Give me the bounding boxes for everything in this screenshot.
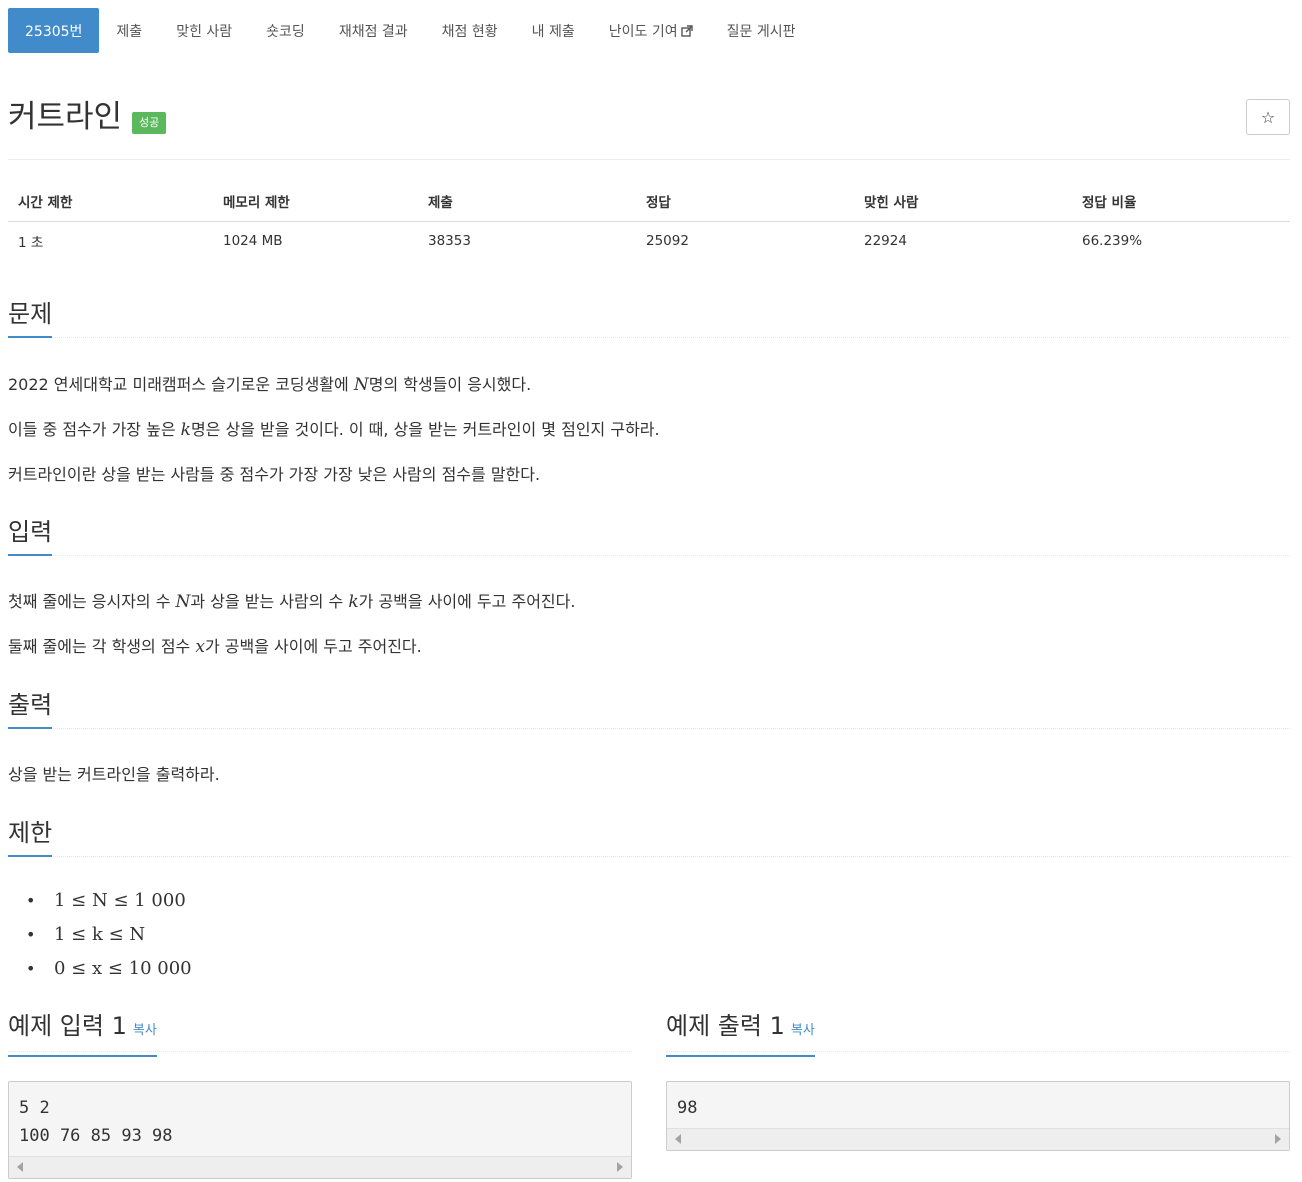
problem-text: 명의 학생들이 응시했다.	[368, 375, 532, 394]
output-paragraph: 상을 받는 커트라인을 출력하라.	[8, 765, 220, 784]
sample-output-panel: 예제 출력 1 복사 98	[666, 1010, 1290, 1151]
limit-heading: 제한	[8, 817, 53, 857]
tab-rejudge-results[interactable]: 재채점 결과	[322, 8, 425, 53]
input-text: 과 상을 받는 사람의 수	[190, 592, 349, 611]
output-section-header: 출력	[8, 689, 1290, 729]
tab-problem[interactable]: 25305번	[8, 8, 100, 53]
info-header-solved-users: 맞힌 사람	[854, 181, 1072, 222]
copy-output-button[interactable]: 복사	[791, 1023, 815, 1038]
info-header-accepted: 정답	[636, 181, 854, 222]
input-text: 둘째 줄에는 각 학생의 점수	[8, 637, 196, 656]
info-accepted: 25092	[646, 233, 689, 250]
problem-text: 이들 중 점수가 가장 높은	[8, 420, 181, 439]
sample-output-title: 예제 출력 1	[666, 1012, 785, 1040]
sample-output-box: 98	[666, 1081, 1290, 1151]
problem-title-row: 커트라인 성공 ☆	[8, 98, 1290, 160]
info-header-ratio: 정답 비율	[1072, 181, 1290, 222]
tab-difficulty-label: 난이도 기여	[608, 23, 678, 40]
horizontal-scrollbar[interactable]	[667, 1128, 1289, 1150]
problem-paragraph-2: 이들 중 점수가 가장 높은 k명은 상을 받을 것이다. 이 때, 상을 받는…	[8, 416, 660, 440]
limit-item: 1 ≤ N ≤ 1 000	[8, 886, 192, 920]
problem-section-header: 문제	[8, 298, 1290, 338]
tab-submit[interactable]: 제출	[99, 8, 159, 53]
output-heading: 출력	[8, 689, 53, 729]
page-title: 커트라인	[8, 99, 123, 135]
favorite-button[interactable]: ☆	[1246, 99, 1290, 135]
input-paragraph-1: 첫째 줄에는 응시자의 수 N과 상을 받는 사람의 수 k가 공백을 사이에 …	[8, 588, 575, 612]
problem-text: 2022 연세대학교 미래캠퍼스 슬기로운 코딩생활에	[8, 375, 354, 394]
problem-paragraph-1: 2022 연세대학교 미래캠퍼스 슬기로운 코딩생활에 N명의 학생들이 응시했…	[8, 371, 531, 395]
limit-item: 0 ≤ x ≤ 10 000	[8, 954, 192, 988]
tab-my-submissions[interactable]: 내 제출	[515, 8, 592, 53]
star-icon: ☆	[1260, 107, 1276, 127]
input-heading: 입력	[8, 516, 53, 556]
info-time-limit: 1 초	[18, 235, 44, 252]
tab-question-board[interactable]: 질문 게시판	[710, 8, 813, 53]
info-header-row: 시간 제한 메모리 제한 제출 정답 맞힌 사람 정답 비율	[8, 181, 1290, 222]
info-ratio: 66.239%	[1082, 233, 1143, 250]
input-paragraph-2: 둘째 줄에는 각 학생의 점수 x가 공백을 사이에 두고 주어진다.	[8, 633, 422, 657]
sample-input-title: 예제 입력 1	[8, 1012, 127, 1040]
external-link-icon	[680, 24, 693, 37]
input-section-header: 입력	[8, 516, 1290, 556]
sample-input-line: 100 76 85 93 98	[19, 1126, 173, 1146]
sample-output-line: 98	[677, 1098, 698, 1118]
copy-input-button[interactable]: 복사	[133, 1023, 157, 1038]
limit-section-header: 제한	[8, 817, 1290, 857]
tab-status[interactable]: 채점 현황	[425, 8, 515, 53]
info-header-time-limit: 시간 제한	[8, 181, 213, 222]
problem-text: 명은 상을 받을 것이다. 이 때, 상을 받는 커트라인이 몇 점인지 구하라…	[190, 420, 660, 439]
limit-list: 1 ≤ N ≤ 1 000 1 ≤ k ≤ N 0 ≤ x ≤ 10 000	[8, 886, 192, 988]
math-var: N	[175, 592, 191, 612]
scroll-left-arrow-icon[interactable]	[17, 1162, 23, 1172]
sample-input-line: 5 2	[19, 1098, 50, 1118]
status-badge: 성공	[132, 112, 167, 134]
input-text: 가 공백을 사이에 두고 주어진다.	[358, 592, 576, 611]
scroll-right-arrow-icon[interactable]	[1275, 1134, 1281, 1144]
math-var: k	[348, 592, 359, 612]
problem-nav-tabs: 25305번 제출 맞힌 사람 숏코딩 재채점 결과 채점 현황 내 제출 난이…	[8, 8, 812, 53]
scroll-right-arrow-icon[interactable]	[617, 1162, 623, 1172]
info-memory-limit: 1024 MB	[223, 233, 283, 250]
info-header-submissions: 제출	[418, 181, 636, 222]
problem-heading: 문제	[8, 298, 53, 338]
tab-difficulty-contribution[interactable]: 난이도 기여	[592, 8, 710, 53]
input-text: 가 공백을 사이에 두고 주어진다.	[204, 637, 422, 656]
math-var: x	[195, 637, 205, 657]
info-submissions: 38353	[428, 233, 471, 250]
horizontal-scrollbar[interactable]	[9, 1156, 631, 1178]
info-header-memory-limit: 메모리 제한	[213, 181, 418, 222]
scroll-left-arrow-icon[interactable]	[675, 1134, 681, 1144]
problem-paragraph-3: 커트라인이란 상을 받는 사람들 중 점수가 가장 가장 낮은 사람의 점수를 …	[8, 465, 541, 484]
info-solved-users: 22924	[864, 233, 907, 250]
tab-short-coding[interactable]: 숏코딩	[249, 8, 322, 53]
sample-input-title-wrap: 예제 입력 1 복사	[8, 1010, 157, 1057]
sample-input-panel: 예제 입력 1 복사 5 2 100 76 85 93 98	[8, 1010, 632, 1179]
sample-input-header: 예제 입력 1 복사	[8, 1010, 632, 1057]
math-var: k	[180, 420, 191, 440]
problem-info-table: 시간 제한 메모리 제한 제출 정답 맞힌 사람 정답 비율 1 초 1024 …	[8, 181, 1290, 261]
limit-item: 1 ≤ k ≤ N	[8, 920, 192, 954]
math-var: N	[353, 375, 369, 395]
sample-input-box: 5 2 100 76 85 93 98	[8, 1081, 632, 1179]
input-text: 첫째 줄에는 응시자의 수	[8, 592, 176, 611]
info-value-row: 1 초 1024 MB 38353 25092 22924 66.239%	[8, 221, 1290, 261]
sample-output-title-wrap: 예제 출력 1 복사	[666, 1010, 815, 1057]
tab-solved-users[interactable]: 맞힌 사람	[159, 8, 249, 53]
sample-output-header: 예제 출력 1 복사	[666, 1010, 1290, 1057]
